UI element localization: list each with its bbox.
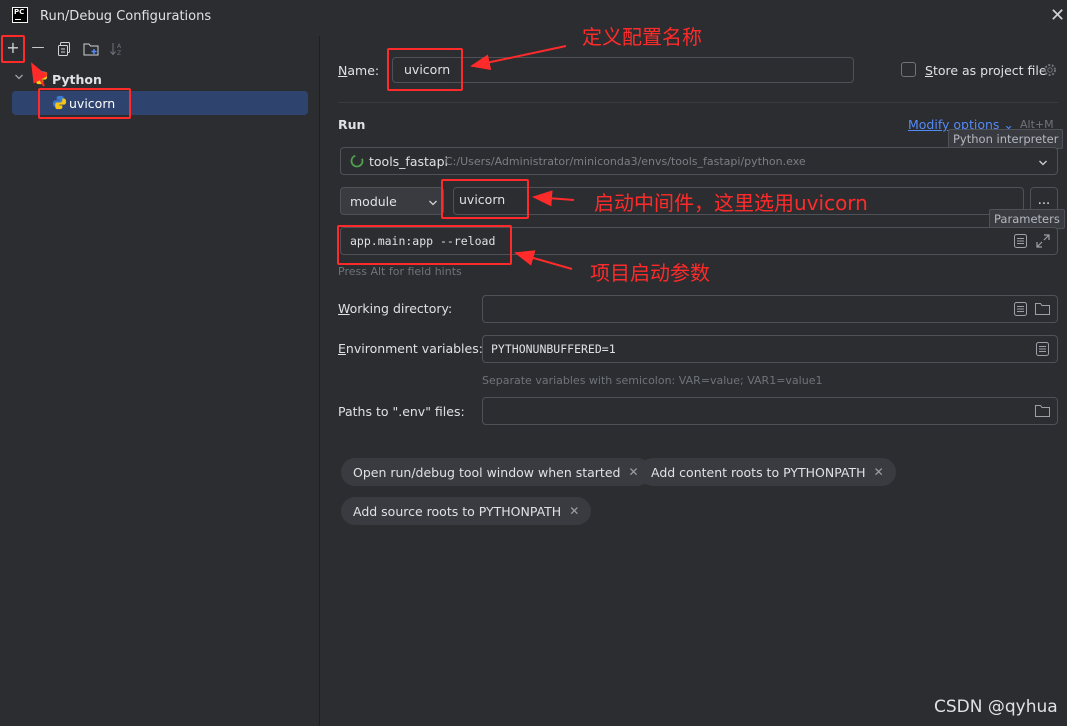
annotation-name-note: 定义配置名称	[582, 25, 702, 49]
annotation-params-note: 项目启动参数	[590, 261, 710, 285]
annotation-arrows	[31, 45, 575, 270]
annotation-module-note: 启动中间件，这里选用uvicorn	[594, 191, 868, 215]
watermark: CSDN @qyhua	[934, 697, 1058, 717]
